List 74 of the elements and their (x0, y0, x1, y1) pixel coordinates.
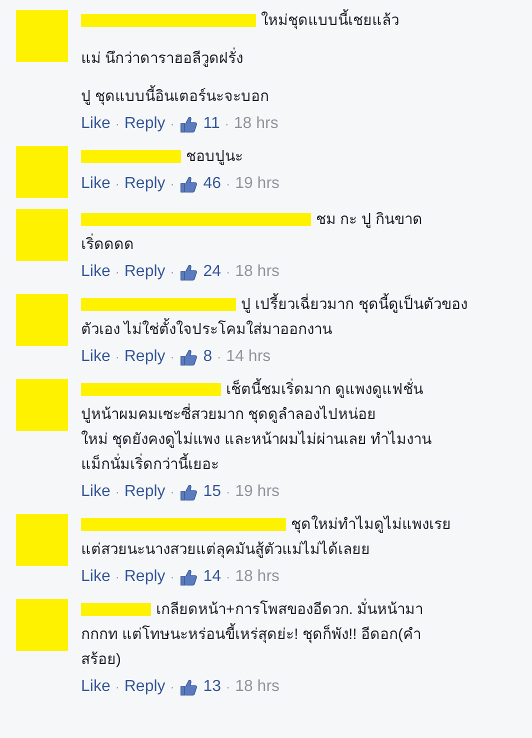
redacted-avatar (16, 379, 68, 431)
comment-text: ตัวเอง ไม่ใช่ตั้งใจประโคมใส่มาออกงาน (81, 317, 332, 342)
redacted-avatar (16, 209, 68, 261)
thumbs-up-icon (179, 262, 198, 282)
comment-text: ปู เปรี้ยวเฉี่ยวมาก ชุดนี้ดูเป็นตัวของ (241, 292, 468, 317)
thumbs-up-icon (179, 348, 198, 366)
comment-text: เช็ตนี้ชมเริ่ดมาก ดูแพงดูแฟชั่น (226, 377, 424, 402)
redaction-bar (81, 603, 151, 616)
reply-link[interactable]: Reply (124, 261, 166, 283)
comment-text: แม่ นึกว่าดาราฮอลีวูดฝรั่ง (81, 46, 244, 71)
reply-link[interactable]: Reply (124, 173, 166, 195)
comment-text: แต่สวยนะนางสวยแต่ลุคมันสู้ตัวแม่ไม่ได้เลยย (81, 540, 370, 560)
separator-dot: · (226, 484, 230, 501)
comment-text: ใหม่ ชุดยังคงดูไม่แพง และหน้าผมไม่ผ่านเลย ทำไมงาน (81, 430, 432, 450)
comment-text: ใหม่ชุดแบบนี้เชยแล้ว (261, 8, 399, 33)
comment-text: ปู ชุดแบบนี้อินเตอร์นะจะบอก (81, 84, 270, 109)
separator-dot: · (170, 264, 174, 281)
comment-text: เริ่ดดดด (81, 232, 134, 257)
separator-dot: · (115, 679, 120, 696)
separator-dot: · (170, 116, 174, 133)
separator-dot: · (115, 349, 120, 366)
like-link[interactable]: Like (81, 481, 110, 503)
separator-dot: · (115, 569, 120, 586)
separator-dot: · (115, 264, 120, 281)
thumbs-up-icon (179, 114, 198, 134)
separator-dot: · (226, 569, 230, 586)
like-link[interactable]: Like (81, 261, 110, 283)
separator-dot: · (226, 176, 230, 193)
reply-link[interactable]: Reply (124, 566, 166, 588)
comment-text: ชอบปูนะ (186, 147, 243, 167)
like-count[interactable]: 11 (203, 113, 220, 135)
comment-text: แม็กนั่มเริ่ดกว่านี้เยอะ (81, 452, 219, 477)
reply-link[interactable]: Reply (124, 346, 166, 368)
separator-dot: · (170, 349, 174, 366)
like-count[interactable]: 15 (203, 481, 222, 503)
redacted-avatar (16, 146, 68, 198)
thumbs-up-icon (179, 678, 198, 696)
thumbs-up-icon (179, 174, 198, 194)
comment-text: กกกท แต่โทษนะหร่อนขี้เหร่สุดย่ะ! ชุดก็พัง!! อีดอก(คำ (81, 622, 421, 647)
redacted-avatar (16, 294, 68, 346)
like-count[interactable]: 8 (203, 346, 212, 368)
redacted-avatar (16, 10, 68, 62)
reply-link[interactable]: Reply (124, 481, 166, 503)
separator-dot: · (115, 484, 120, 501)
separator-dot: · (170, 176, 174, 193)
comment-text: ปูหน้าผมคมเซะซี่สวยมาก ชุดดูลำลองไปหน่อย (81, 402, 376, 427)
separator-dot: · (217, 349, 222, 366)
thumbs-up-icon (179, 568, 198, 586)
like-link[interactable]: Like (81, 113, 110, 135)
thumbs-up-icon (179, 482, 198, 502)
comment-text: ชม กะ ปู กินขาด (316, 210, 423, 230)
like-link[interactable]: Like (81, 173, 110, 195)
separator-dot: · (226, 679, 230, 696)
like-link[interactable]: Like (81, 566, 110, 588)
like-count[interactable]: 13 (203, 676, 222, 698)
separator-dot: · (170, 484, 174, 501)
like-count[interactable]: 46 (203, 173, 222, 195)
separator-dot: · (226, 264, 230, 281)
like-link[interactable]: Like (81, 676, 110, 698)
separator-dot: · (115, 116, 120, 133)
separator-dot: · (170, 569, 174, 586)
separator-dot: · (170, 679, 174, 696)
separator-dot: · (115, 176, 120, 193)
comment-text: เกลียดหน้า+การโพสของอีดวก. มั่นหน้ามา (156, 597, 424, 622)
reply-link[interactable]: Reply (124, 676, 166, 698)
separator-dot: · (224, 116, 229, 133)
like-count[interactable]: 14 (203, 566, 222, 588)
comment-text: สร้อย) (81, 650, 121, 670)
like-link[interactable]: Like (81, 346, 110, 368)
redacted-avatar (16, 514, 68, 566)
reply-link[interactable]: Reply (124, 113, 166, 135)
redacted-avatar (16, 599, 68, 651)
like-count[interactable]: 24 (203, 261, 222, 283)
comment-text: ชุดใหม่ทำไมดูไม่แพงเรย (291, 514, 451, 536)
